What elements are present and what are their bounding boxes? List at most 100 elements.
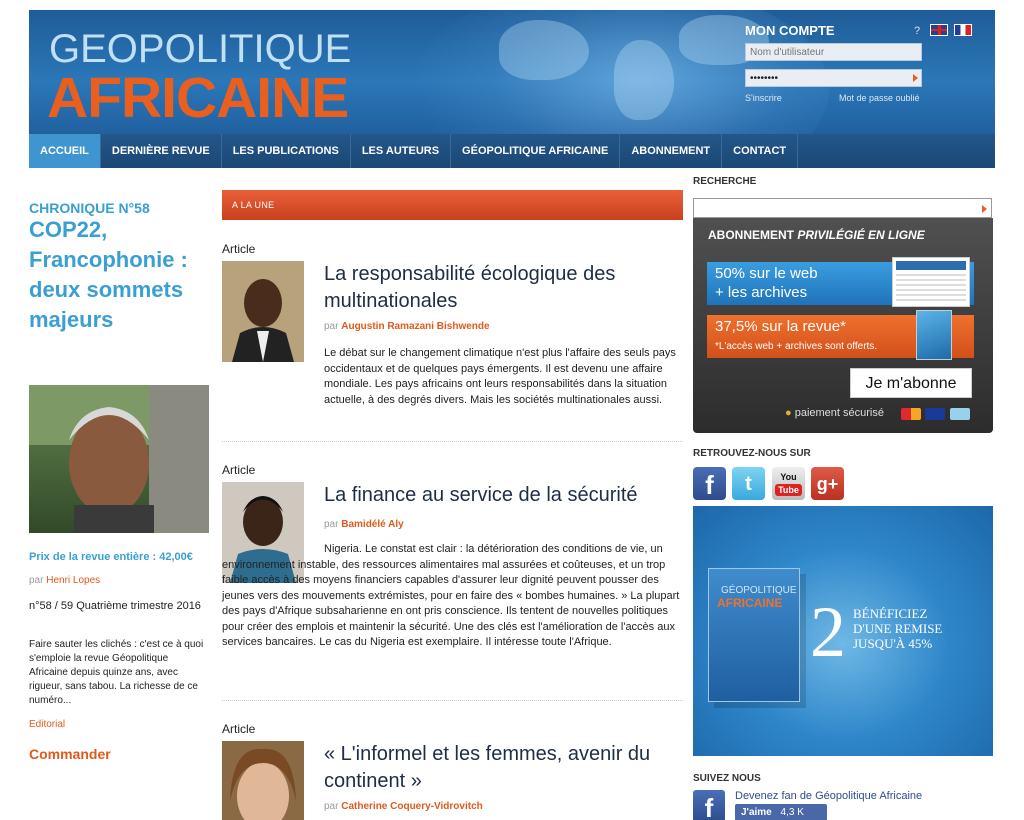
article-item: Article « L'informel et les femmes, aven… — [222, 722, 683, 820]
article-byline: par Catherine Coquery-Vidrovitch — [324, 801, 483, 812]
nav-item-contact[interactable]: CONTACT — [722, 134, 799, 168]
nav-item-publications[interactable]: LES PUBLICATIONS — [222, 134, 351, 168]
search-input[interactable] — [693, 198, 992, 218]
username-input[interactable] — [745, 43, 922, 61]
divider — [222, 700, 683, 701]
facebook-icon[interactable]: f — [693, 790, 725, 820]
promo-mag-line2: AFRICAINE — [717, 596, 783, 610]
nav-item-geopolitique[interactable]: GÉOPOLITIQUE AFRICAINE — [451, 134, 621, 168]
byline-prefix: par — [324, 519, 339, 530]
article-type-label: Article — [222, 722, 256, 736]
article-item: Article La responsabilité écologique des… — [222, 242, 683, 412]
offer-revue-line1: 37,5% sur la revue* — [715, 318, 846, 335]
english-flag-icon[interactable] — [930, 24, 948, 36]
subscribe-button[interactable]: Je m'abonne — [850, 368, 972, 398]
category-link[interactable]: Editorial — [29, 719, 65, 730]
promo-mag-line1: GÉOPOLITIQUE — [721, 585, 797, 596]
chronique-summary: Faire sauter les clichés : c'est ce à qu… — [29, 639, 204, 706]
magazine-cover-image — [916, 310, 952, 360]
site-header: GEOPOLITIQUE AFRICAINE MON COMPTE ? S'in… — [29, 10, 995, 168]
offer-revue[interactable]: 37,5% sur la revue* *L'accès web + archi… — [707, 310, 974, 360]
article-thumbnail[interactable] — [222, 741, 304, 820]
promo-banner[interactable]: GÉOPOLITIQUE AFRICAINE 2 BÉNÉFICIEZ D'UN… — [693, 506, 993, 756]
author-portrait-graphic — [222, 741, 304, 820]
author-portrait-graphic — [29, 385, 209, 533]
visa-icon — [925, 408, 945, 420]
map-continent — [614, 40, 674, 120]
article-byline: par Bamidélé Aly — [324, 519, 404, 530]
like-count: 4,3 K — [780, 807, 804, 818]
lock-icon: ● — [785, 407, 792, 419]
fan-link[interactable]: Devenez fan de Géopolitique Africaine — [735, 790, 922, 802]
offer-web[interactable]: 50% sur le web + les archives — [707, 257, 974, 307]
nav-item-abonnement[interactable]: ABONNEMENT — [620, 134, 723, 168]
article-title[interactable]: La finance au service de la sécurité — [324, 482, 683, 509]
article-item: Article La finance au service de la sécu… — [222, 463, 683, 688]
logo-line2[interactable]: AFRICAINE — [47, 65, 349, 131]
login-submit-arrow-icon[interactable] — [913, 74, 918, 82]
section-header-une: A LA UNE — [222, 190, 683, 220]
issue-price: Prix de la revue entière : 42,00€ — [29, 551, 193, 563]
subscription-box: ABONNEMENT PRIVILÉGIÉ EN LIGNE 50% sur l… — [693, 218, 993, 433]
author-link[interactable]: Augustin Ramazani Bishwende — [341, 321, 489, 332]
issue-info: n°58 / 59 Quatrième trimestre 2016 — [29, 600, 201, 612]
promo-text: BÉNÉFICIEZ D'UNE REMISE JUSQU'À 45% — [853, 606, 942, 651]
signup-link[interactable]: S'inscrire — [745, 93, 782, 103]
promo-text-line: JUSQU'À 45% — [853, 636, 933, 651]
facebook-icon[interactable]: f — [693, 467, 726, 500]
byline-prefix: par — [324, 801, 339, 812]
subscription-title-b: PRIVILÉGIÉ EN LIGNE — [797, 228, 925, 242]
byline-prefix: par — [324, 321, 339, 332]
offer-web-line2: + les archives — [715, 284, 808, 301]
chronique-title[interactable]: COP22, Francophonie : deux sommets majeu… — [29, 215, 199, 335]
promo-text-line: BÉNÉFICIEZ — [853, 606, 928, 621]
follow-title: SUIVEZ NOUS — [693, 773, 761, 784]
password-input[interactable] — [745, 69, 922, 87]
promo-text-line: D'UNE REMISE — [853, 621, 943, 636]
mastercard-icon — [901, 408, 921, 420]
author-portrait-graphic — [222, 261, 304, 362]
french-flag-icon[interactable] — [954, 24, 972, 36]
nav-item-accueil[interactable]: ACCUEIL — [29, 134, 101, 168]
offer-web-line1: 50% sur le web — [715, 265, 818, 282]
article-byline: par Augustin Ramazani Bishwende — [324, 321, 490, 332]
subscription-title-a: ABONNEMENT — [708, 228, 798, 242]
like-button[interactable]: J'aime 4,3 K — [735, 804, 827, 820]
magazine-cover-image: GÉOPOLITIQUE AFRICAINE — [708, 568, 800, 702]
byline-prefix: par — [29, 575, 44, 586]
nav-item-derniere-revue[interactable]: DERNIÈRE REVUE — [101, 134, 222, 168]
nav-item-auteurs[interactable]: LES AUTEURS — [351, 134, 452, 168]
forgot-password-link[interactable]: Mot de passe oublié — [839, 93, 920, 103]
card-icon — [950, 408, 970, 420]
article-type-label: Article — [222, 463, 256, 477]
twitter-icon[interactable]: t — [732, 467, 765, 500]
main-nav: ACCUEIL DERNIÈRE REVUE LES PUBLICATIONS … — [29, 134, 995, 168]
author-photo[interactable] — [29, 385, 209, 533]
article-title[interactable]: La responsabilité écologique des multina… — [324, 261, 683, 315]
chronique-label: CHRONIQUE N°58 — [29, 200, 150, 216]
search-title: RECHERCHE — [693, 176, 757, 187]
order-link[interactable]: Commander — [29, 746, 111, 762]
article-type-label: Article — [222, 242, 256, 256]
secure-payment: ● paiement sécurisé — [785, 407, 884, 419]
search-submit-arrow-icon[interactable] — [982, 205, 987, 213]
subscription-title: ABONNEMENT PRIVILÉGIÉ EN LIGNE — [708, 228, 925, 242]
follow-us-title: RETROUVEZ-NOUS SUR — [693, 448, 811, 459]
page: GEOPOLITIQUE AFRICAINE MON COMPTE ? S'in… — [29, 10, 995, 820]
article-title[interactable]: « L'informel et les femmes, avenir du co… — [324, 741, 683, 795]
author-link[interactable]: Bamidélé Aly — [341, 519, 403, 530]
article-excerpt: Nigeria. Le constat est clair : la détér… — [222, 543, 680, 648]
website-preview-image — [892, 257, 970, 307]
google-plus-icon[interactable]: g+ — [811, 467, 844, 500]
author-link[interactable]: Henri Lopes — [46, 575, 100, 586]
offer-revue-line2: *L'accès web + archives sont offerts. — [715, 341, 878, 352]
chronique-byline: par Henri Lopes — [29, 575, 100, 586]
help-icon[interactable]: ? — [914, 25, 920, 37]
map-continent — [499, 20, 589, 80]
youtube-icon[interactable]: You Tube — [772, 467, 805, 500]
promo-number: 2 — [810, 592, 846, 672]
author-link[interactable]: Catherine Coquery-Vidrovitch — [341, 801, 483, 812]
article-thumbnail[interactable] — [222, 261, 304, 362]
article-excerpt: Le débat sur le changement climatique n'… — [324, 347, 676, 406]
divider — [222, 441, 683, 442]
